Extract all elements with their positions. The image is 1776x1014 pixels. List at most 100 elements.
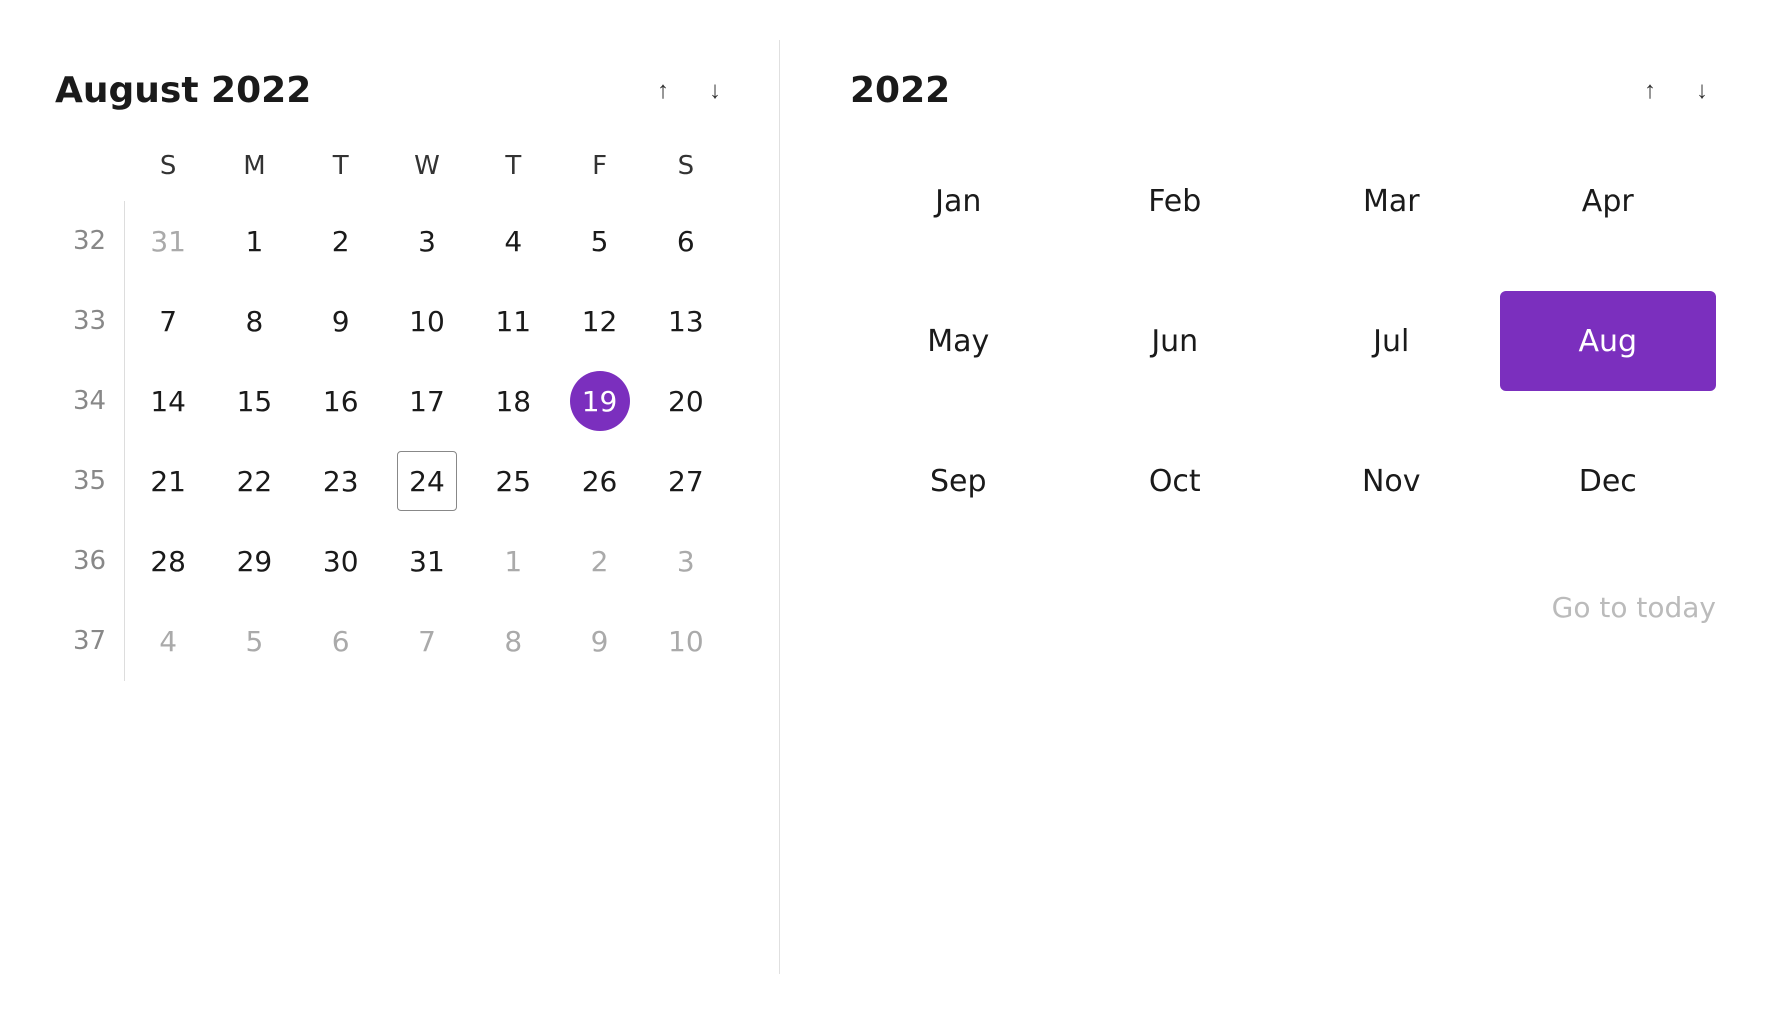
day-number: 10 [397, 291, 457, 351]
day-number: 5 [224, 611, 284, 671]
dow-tuesday: T [298, 141, 384, 201]
day-number: 8 [483, 611, 543, 671]
cal-day-35-4[interactable]: 25 [470, 441, 556, 521]
cal-day-36-2[interactable]: 30 [298, 521, 384, 601]
day-number: 5 [570, 211, 630, 271]
year-nav-up-button[interactable]: ↑ [1636, 73, 1664, 109]
month-jan[interactable]: Jan [850, 151, 1067, 251]
cal-day-36-6[interactable]: 3 [643, 521, 729, 601]
cal-day-33-0[interactable]: 7 [125, 281, 211, 361]
cal-day-34-5[interactable]: 19 [556, 361, 642, 441]
month-sep[interactable]: Sep [850, 431, 1067, 531]
day-number: 29 [224, 531, 284, 591]
months-grid: JanFebMarApr MayJunJulAug SepOctNovDec [850, 151, 1716, 531]
month-jul[interactable]: Jul [1283, 291, 1500, 391]
day-number: 23 [311, 451, 371, 511]
cal-day-34-4[interactable]: 18 [470, 361, 556, 441]
day-number: 1 [483, 531, 543, 591]
month-nov[interactable]: Nov [1283, 431, 1500, 531]
cal-day-33-5[interactable]: 12 [556, 281, 642, 361]
month-nav-arrows: ↑ ↓ [649, 73, 729, 109]
week-number-36: 36 [55, 521, 125, 601]
cal-day-37-5[interactable]: 9 [556, 601, 642, 681]
cal-day-32-4[interactable]: 4 [470, 201, 556, 281]
cal-day-32-1[interactable]: 1 [211, 201, 297, 281]
month-nav-down-button[interactable]: ↓ [701, 73, 729, 109]
day-number: 2 [570, 531, 630, 591]
cal-day-37-6[interactable]: 10 [643, 601, 729, 681]
dow-monday: M [211, 141, 297, 201]
week-number-33: 33 [55, 281, 125, 361]
cal-day-32-3[interactable]: 3 [384, 201, 470, 281]
cal-day-32-0[interactable]: 31 [125, 201, 211, 281]
cal-day-33-2[interactable]: 9 [298, 281, 384, 361]
year-nav-down-button[interactable]: ↓ [1688, 73, 1716, 109]
dow-friday: F [556, 141, 642, 201]
calendar-grid: S M T W T F S 32311234563378910111213341… [55, 141, 729, 681]
day-number: 26 [570, 451, 630, 511]
cal-day-34-1[interactable]: 15 [211, 361, 297, 441]
day-number: 3 [397, 211, 457, 271]
cal-day-37-4[interactable]: 8 [470, 601, 556, 681]
day-number: 31 [397, 531, 457, 591]
cal-day-34-3[interactable]: 17 [384, 361, 470, 441]
cal-day-37-3[interactable]: 7 [384, 601, 470, 681]
cal-day-37-0[interactable]: 4 [125, 601, 211, 681]
cal-day-32-2[interactable]: 2 [298, 201, 384, 281]
year-title: 2022 [850, 70, 950, 111]
cal-day-34-2[interactable]: 16 [298, 361, 384, 441]
dow-saturday: S [643, 141, 729, 201]
cal-day-35-5[interactable]: 26 [556, 441, 642, 521]
month-may[interactable]: May [850, 291, 1067, 391]
month-view-panel: August 2022 ↑ ↓ S M T W T F S 3231123456… [0, 40, 780, 974]
month-title: August 2022 [55, 70, 311, 111]
day-number: 24 [397, 451, 457, 511]
cal-day-35-1[interactable]: 22 [211, 441, 297, 521]
cal-day-35-6[interactable]: 27 [643, 441, 729, 521]
cal-day-33-1[interactable]: 8 [211, 281, 297, 361]
month-feb[interactable]: Feb [1067, 151, 1284, 251]
day-number: 25 [483, 451, 543, 511]
dow-thursday: T [470, 141, 556, 201]
month-aug[interactable]: Aug [1500, 291, 1717, 391]
year-view-panel: 2022 ↑ ↓ JanFebMarApr MayJunJulAug SepOctN… [780, 40, 1776, 974]
cal-day-34-0[interactable]: 14 [125, 361, 211, 441]
month-jun[interactable]: Jun [1067, 291, 1284, 391]
cal-day-33-6[interactable]: 13 [643, 281, 729, 361]
day-number: 14 [138, 371, 198, 431]
cal-day-33-4[interactable]: 11 [470, 281, 556, 361]
cal-day-36-1[interactable]: 29 [211, 521, 297, 601]
go-to-today-button[interactable]: Go to today [850, 591, 1716, 624]
cal-day-36-3[interactable]: 31 [384, 521, 470, 601]
cal-day-33-3[interactable]: 10 [384, 281, 470, 361]
day-number: 9 [311, 291, 371, 351]
month-dec[interactable]: Dec [1500, 431, 1717, 531]
cal-day-32-6[interactable]: 6 [643, 201, 729, 281]
cal-day-36-4[interactable]: 1 [470, 521, 556, 601]
year-header: 2022 ↑ ↓ [850, 70, 1716, 111]
day-number: 22 [224, 451, 284, 511]
cal-day-37-2[interactable]: 6 [298, 601, 384, 681]
dow-wednesday: W [384, 141, 470, 201]
day-number: 18 [483, 371, 543, 431]
month-mar[interactable]: Mar [1283, 151, 1500, 251]
cal-day-35-0[interactable]: 21 [125, 441, 211, 521]
day-number: 15 [224, 371, 284, 431]
cal-day-37-1[interactable]: 5 [211, 601, 297, 681]
month-oct[interactable]: Oct [1067, 431, 1284, 531]
week-number-35: 35 [55, 441, 125, 521]
cal-day-34-6[interactable]: 20 [643, 361, 729, 441]
day-number: 13 [656, 291, 716, 351]
cal-day-35-3[interactable]: 24 [384, 441, 470, 521]
cal-day-36-0[interactable]: 28 [125, 521, 211, 601]
day-number: 9 [570, 611, 630, 671]
day-number: 6 [311, 611, 371, 671]
month-header: August 2022 ↑ ↓ [55, 70, 729, 111]
calendar-container: August 2022 ↑ ↓ S M T W T F S 3231123456… [0, 0, 1776, 1014]
month-nav-up-button[interactable]: ↑ [649, 73, 677, 109]
cal-day-36-5[interactable]: 2 [556, 521, 642, 601]
cal-day-35-2[interactable]: 23 [298, 441, 384, 521]
cal-day-32-5[interactable]: 5 [556, 201, 642, 281]
month-apr[interactable]: Apr [1500, 151, 1717, 251]
day-number: 17 [397, 371, 457, 431]
